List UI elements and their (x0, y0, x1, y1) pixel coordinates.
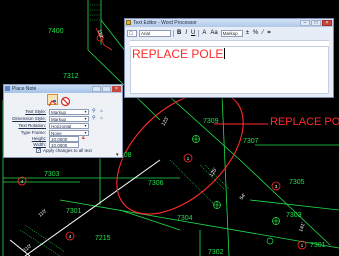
minimize-button[interactable]: – (300, 20, 310, 26)
callout-number: 1 (187, 156, 190, 161)
maximize-button[interactable]: □ (311, 20, 321, 26)
text-editor-title: Text Editor - Word Processor (133, 20, 197, 26)
lot-label: 7312 (63, 73, 79, 80)
width-row: Width: 10.0000 (8, 141, 79, 148)
text-editor-titlebar[interactable]: Text Editor - Word Processor – □ × (125, 19, 333, 27)
callout-number: 3 (275, 184, 278, 189)
chevron-down-icon: ▾ (84, 108, 87, 114)
lot-label: 7301 (66, 208, 82, 215)
callout-number: 4 (69, 234, 72, 239)
lot-label: 7306 (148, 180, 164, 187)
dim-label: 110' (37, 208, 48, 218)
place-note-tool-icon[interactable] (47, 94, 58, 107)
text-color-button[interactable]: A (201, 30, 207, 37)
lot-label: 7302 (208, 249, 224, 256)
close-button[interactable]: × (322, 20, 332, 26)
bold-button[interactable]: B (176, 30, 182, 37)
text-caret (224, 48, 226, 59)
lock-icon[interactable]: 🔒︎ (82, 136, 87, 141)
width-label: Width: (33, 142, 46, 147)
style-picker-icon[interactable]: ⌂ (100, 109, 105, 114)
no-leader-icon[interactable] (60, 94, 71, 107)
magnifier-icon[interactable]: ⚲ (92, 116, 97, 121)
place-note-title: Place Note (12, 86, 37, 92)
formatting-toolbar: ☐ Arial B I U A Aa Markup ± % ⁄ ⌗ (127, 29, 331, 38)
placed-note-text[interactable]: REPLACE POLE (270, 116, 339, 128)
text-style-value: Markup (51, 109, 67, 115)
fraction-icon[interactable]: ⁄ (261, 30, 264, 37)
lot-label: 7215 (95, 235, 111, 242)
callout-number: 1 (301, 243, 304, 248)
callout-numbers: 4 1 3 4 1 (21, 156, 304, 248)
chevron-down-icon: ▾ (84, 129, 87, 135)
dimension-style-label: Dimension Style: (12, 116, 46, 121)
percent-button[interactable]: % (252, 30, 259, 37)
text-rotation-value: Horizontal (51, 123, 72, 129)
font-select[interactable]: Arial (139, 30, 171, 37)
dimension-style-row: Dimension Style: Markup ▾ ⚲ ⌂ (8, 115, 105, 122)
toolbar-separator (198, 30, 200, 37)
dimension-style-value: Markup (51, 116, 67, 122)
dimension-style-select[interactable]: Markup ▾ (49, 115, 89, 122)
lot-label: 7301 (310, 242, 326, 249)
lot-label: 7400 (48, 28, 64, 35)
highlighted-road (9, 159, 161, 256)
text-style-row: Text Style: Markup ▾ ⚲ ⌂ (8, 108, 105, 115)
style-picker-icon[interactable]: ⌂ (100, 116, 105, 121)
text-editor-area[interactable]: REPLACE POLE (130, 46, 329, 94)
apply-changes-label: Apply changes to all text (43, 148, 92, 153)
dim-label: 123' (161, 116, 171, 127)
width-value: 10.0000 (51, 142, 68, 148)
magnifier-icon[interactable]: ⚲ (92, 109, 97, 114)
underline-button[interactable]: U (190, 30, 196, 37)
lot-label: 7309 (203, 118, 219, 125)
text-style-icon: ☐ (129, 31, 134, 36)
toolbar-separator (173, 30, 174, 37)
dim-label: 125' (209, 167, 219, 178)
text-rotation-row: Text Rotation: Horizontal ▾ (8, 122, 89, 129)
chevron-down-icon: ▾ (84, 115, 87, 121)
maximize-button[interactable] (102, 86, 111, 92)
place-note-dialog[interactable]: Place Note × Text Style: Markup ▾ ⚲ ⌂ Dim… (3, 84, 123, 158)
app-icon (5, 86, 10, 91)
place-note-titlebar[interactable]: Place Note × (4, 85, 122, 93)
dim-label: 141' (298, 222, 307, 233)
lot-label: 7303 (44, 171, 60, 178)
insert-field-icon[interactable]: ⌗ (266, 30, 271, 37)
expand-arrow-icon[interactable]: ▾ (116, 152, 119, 158)
lot-label: 7304 (177, 215, 193, 222)
text-style-select[interactable]: Markup ▾ (49, 108, 89, 115)
case-button[interactable]: Aa (209, 30, 218, 37)
editor-text: REPLACE POLE (132, 47, 224, 61)
checkbox-icon[interactable]: ✓ (36, 148, 41, 154)
text-rotation-label: Text Rotation: (18, 123, 46, 128)
callout-number: 4 (21, 179, 24, 184)
text-style-picker[interactable]: ☐ (127, 30, 137, 37)
close-button[interactable]: × (112, 86, 121, 92)
lot-label: 7307 (243, 138, 259, 145)
chevron-down-icon: ▾ (84, 122, 87, 128)
style-select[interactable]: Markup (220, 30, 243, 37)
lot-label: 7303 (286, 212, 302, 219)
app-icon (126, 20, 131, 25)
text-rotation-select[interactable]: Horizontal ▾ (49, 122, 89, 129)
dim-label: 110' (22, 243, 33, 253)
style-value: Markup (222, 31, 238, 36)
minimize-button[interactable] (92, 86, 101, 92)
italic-button[interactable]: I (184, 30, 188, 37)
dim-label: 54' (239, 192, 248, 201)
width-input[interactable]: 10.0000 (49, 141, 79, 148)
symbol-button[interactable]: ± (245, 30, 250, 37)
text-style-label: Text Style: (25, 109, 46, 114)
font-value: Arial (141, 31, 151, 36)
text-editor-window[interactable]: Text Editor - Word Processor – □ × ☐ Ari… (124, 18, 334, 98)
lot-label: 7305 (289, 179, 305, 186)
apply-changes-checkbox[interactable]: ✓ Apply changes to all text (36, 148, 92, 154)
